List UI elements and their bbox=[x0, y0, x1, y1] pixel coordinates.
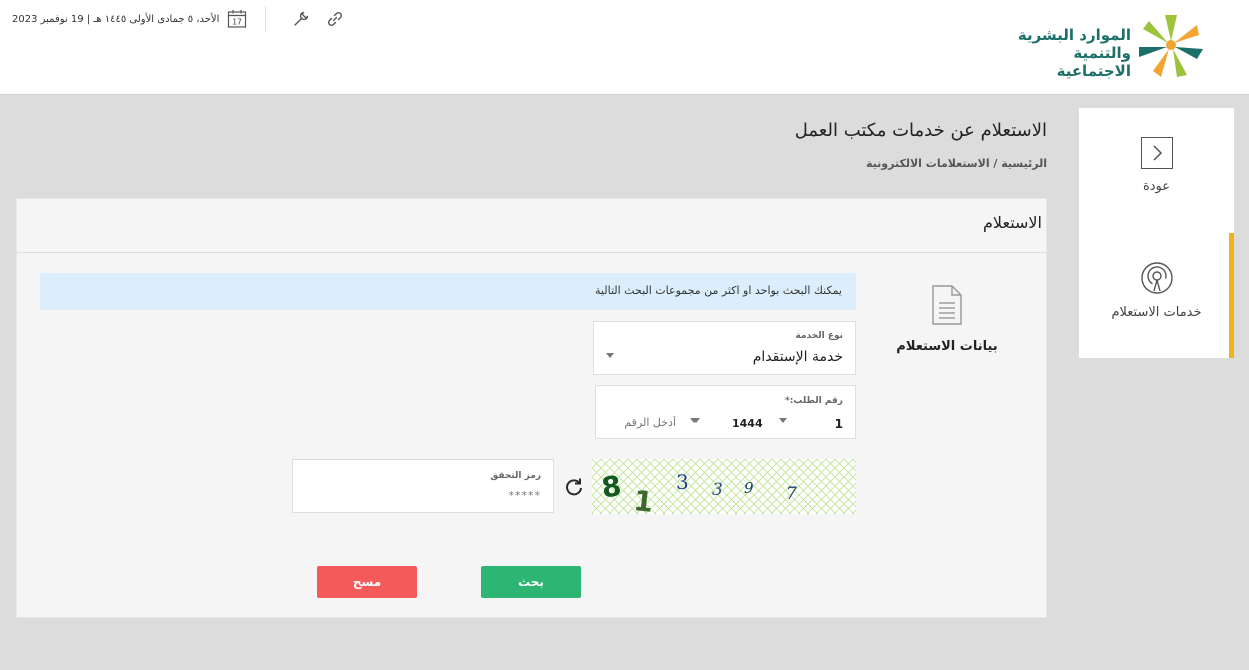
captcha-digit: 3 bbox=[712, 480, 723, 500]
verification-code-label: رمز التحقق bbox=[490, 471, 541, 481]
captcha-image: 8 1 3 3 9 7 bbox=[592, 459, 856, 514]
order-year-value: 1444 bbox=[732, 417, 763, 430]
order-sequence-select[interactable]: 1 bbox=[775, 408, 855, 438]
order-year-select[interactable]: 1444 bbox=[686, 408, 776, 438]
document-icon bbox=[932, 285, 962, 325]
org-name-line1: الموارد البشرية bbox=[1017, 26, 1131, 44]
broadcast-icon bbox=[1140, 262, 1173, 294]
header-tools: 17 الأحد، ٥ جمادى الأولى ١٤٤٥ هـ | 19 نو… bbox=[12, 6, 352, 32]
info-alert: يمكنك البحث بواحد او اكثر من مجموعات الب… bbox=[40, 273, 856, 310]
top-header: الموارد البشرية والتنمية الاجتماعية 17 ا… bbox=[0, 0, 1249, 95]
order-sequence-value: 1 bbox=[834, 417, 843, 431]
order-number-group: رقم الطلب:* 1 1444 bbox=[595, 385, 856, 439]
order-number-label: رقم الطلب:* bbox=[784, 396, 843, 406]
calendar-day: 17 bbox=[233, 18, 243, 27]
org-logo[interactable]: الموارد البشرية والتنمية الاجتماعية bbox=[999, 12, 1209, 80]
inquiry-data-section: بيانات الاستعلام bbox=[873, 285, 1021, 380]
captcha-digit: 3 bbox=[676, 470, 689, 494]
logo-star-icon bbox=[1139, 15, 1203, 77]
captcha-digit: 7 bbox=[786, 484, 797, 504]
back-label: عودة bbox=[1142, 179, 1171, 194]
verification-code-field[interactable]: رمز التحقق ***** bbox=[292, 459, 554, 513]
back-button[interactable]: عودة bbox=[1079, 137, 1234, 194]
chevron-right-icon bbox=[1152, 145, 1162, 161]
link-icon[interactable] bbox=[326, 10, 344, 28]
org-name-line2: والتنمية الاجتماعية bbox=[1056, 44, 1131, 80]
service-type-label: نوع الخدمة bbox=[795, 331, 843, 341]
services-label: خدمات الاستعلام bbox=[1111, 305, 1202, 320]
current-date: الأحد، ٥ جمادى الأولى ١٤٤٥ هـ | 19 نوفمب… bbox=[12, 13, 220, 25]
chevron-down-icon bbox=[779, 418, 787, 423]
page-title: الاستعلام عن خدمات مكتب العمل bbox=[794, 120, 1047, 141]
order-number-input[interactable] bbox=[596, 408, 684, 436]
wrench-icon[interactable] bbox=[292, 10, 310, 28]
back-box bbox=[1140, 137, 1173, 169]
card-title: الاستعلام bbox=[983, 213, 1042, 232]
service-type-select[interactable]: نوع الخدمة خدمة الإستقدام bbox=[593, 321, 856, 375]
captcha-digit: 9 bbox=[744, 479, 754, 497]
verification-code-placeholder: ***** bbox=[508, 489, 541, 502]
header-divider bbox=[265, 6, 267, 32]
calendar-icon: 17 bbox=[228, 10, 247, 28]
clear-button[interactable]: مسح bbox=[317, 566, 417, 598]
section-label: بيانات الاستعلام bbox=[896, 339, 998, 354]
sidebar: عودة خدمات الاستعلام bbox=[1079, 108, 1234, 358]
service-type-value: خدمة الإستقدام bbox=[752, 349, 843, 365]
breadcrumb[interactable]: الرئيسية / الاستعلامات الالكترونية bbox=[866, 157, 1047, 170]
search-button[interactable]: بحث bbox=[481, 566, 581, 598]
chevron-down-icon bbox=[690, 418, 698, 423]
captcha-digit: 1 bbox=[632, 484, 655, 514]
refresh-captcha-icon[interactable] bbox=[564, 477, 584, 497]
chevron-down-icon bbox=[606, 353, 614, 358]
inquiry-card: الاستعلام bbox=[16, 198, 1048, 618]
sidebar-item-inquiry-services[interactable]: خدمات الاستعلام bbox=[1079, 261, 1234, 320]
card-header: الاستعلام bbox=[17, 199, 1048, 253]
org-name: الموارد البشرية والتنمية الاجتماعية bbox=[999, 26, 1131, 80]
sidebar-active-indicator bbox=[1229, 233, 1234, 358]
